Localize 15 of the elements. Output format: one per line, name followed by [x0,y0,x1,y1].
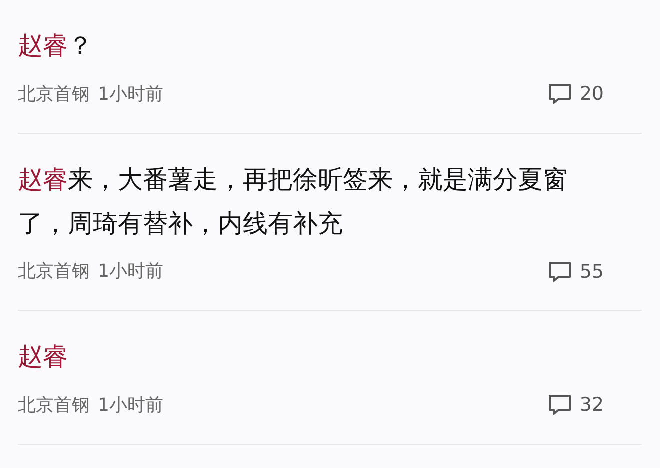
team-label: 北京首钢 [18,394,90,418]
comment-text: 赵睿？ [18,30,94,62]
team-label: 北京首钢 [18,82,90,107]
timestamp: 1小时前 [98,82,164,107]
comment-text: 赵睿 [18,341,69,373]
timestamp: 1小时前 [98,394,164,418]
timestamp: 1小时前 [98,260,164,284]
comment-icon [548,260,572,283]
reply-count-button[interactable]: 55 [548,258,604,286]
reply-count-button[interactable]: 20 [548,80,604,108]
comment-icon [548,394,572,416]
team-label: 北京首钢 [18,260,90,284]
comment-text: 赵睿来，大番薯走，再把徐昕签来，就是满分夏窗了，周琦有替补，内线有补充 [18,164,569,240]
reply-count-button[interactable]: 32 [548,391,604,420]
comment-icon [548,83,572,106]
